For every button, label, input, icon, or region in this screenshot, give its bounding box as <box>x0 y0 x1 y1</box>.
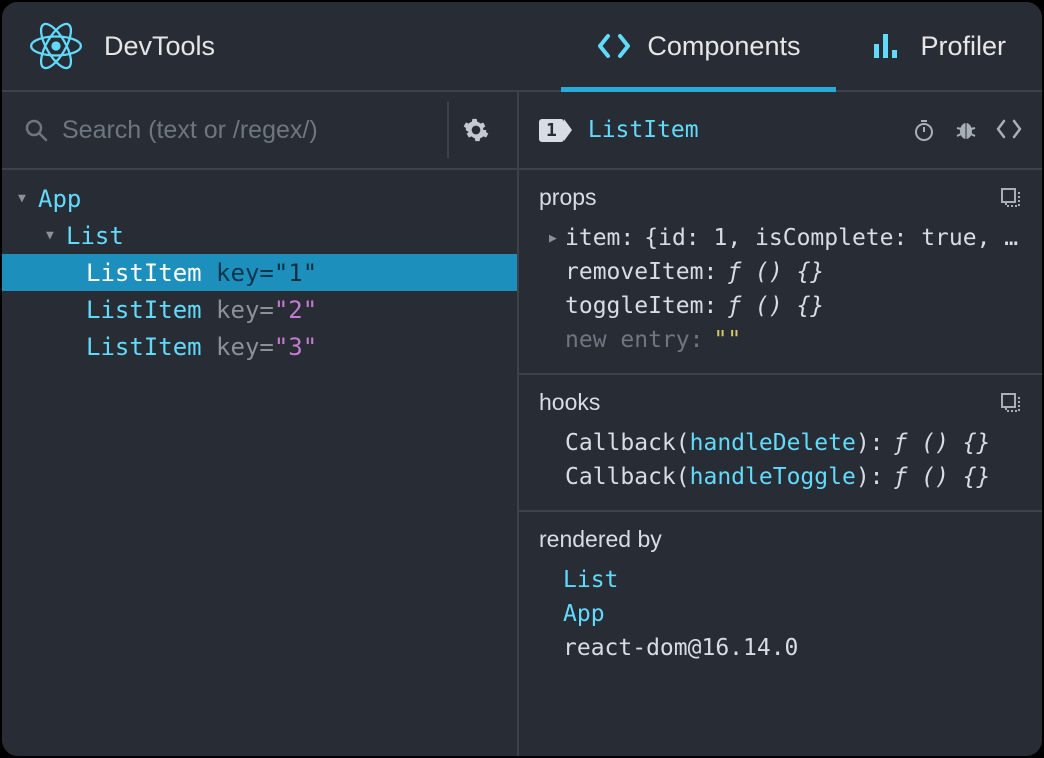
tree-node-app[interactable]: ▼ App <box>2 180 517 217</box>
copy-icon[interactable] <box>1000 392 1022 414</box>
rendered-by-item: react-dom@16.14.0 <box>563 631 1022 665</box>
gear-icon <box>463 117 489 143</box>
tab-components[interactable]: Components <box>561 2 836 90</box>
copy-icon[interactable] <box>1000 187 1022 209</box>
rendered-by-section: rendered by List App react-dom@16.14.0 <box>519 512 1042 681</box>
tree-node-label: ListItem <box>86 259 202 287</box>
prop-row[interactable]: toggleItem: ƒ () {} <box>539 289 1022 323</box>
tree-node-label: ListItem <box>86 296 202 324</box>
prop-row[interactable]: removeItem: ƒ () {} <box>539 255 1022 289</box>
tab-profiler[interactable]: Profiler <box>836 2 1042 90</box>
caret-right-icon: ▶ <box>549 231 565 246</box>
search-icon <box>24 118 48 142</box>
searchbar <box>2 92 517 170</box>
profiler-icon <box>872 32 904 60</box>
suspense-timer-icon[interactable] <box>912 118 936 142</box>
bug-icon[interactable] <box>954 118 978 142</box>
caret-down-icon: ▼ <box>46 228 60 243</box>
tree-node-label: ListItem <box>86 333 202 361</box>
tree-node-listitem[interactable]: ListItem key="2" <box>2 291 517 328</box>
inspector-panel: 1 ListItem <box>519 92 1042 756</box>
rendered-by-title: rendered by <box>539 526 662 553</box>
hook-row[interactable]: Callback(handleDelete): ƒ () {} <box>539 426 1022 460</box>
tree-node-label: List <box>66 222 124 250</box>
inspector-header: 1 ListItem <box>519 92 1042 170</box>
main: ▼ App ▼ List ListItem key="1" ListItem k… <box>2 92 1042 756</box>
tree-node-list[interactable]: ▼ List <box>2 217 517 254</box>
hooks-title: hooks <box>539 389 600 416</box>
react-logo-icon <box>30 20 82 72</box>
tab-profiler-label: Profiler <box>920 31 1006 62</box>
inspector-component-name: ListItem <box>588 117 699 143</box>
rendered-by-item[interactable]: List <box>563 563 1022 597</box>
header: DevTools Components Profiler <box>2 2 1042 92</box>
rendered-by-item[interactable]: App <box>563 597 1022 631</box>
tabs: Components Profiler <box>561 2 1042 90</box>
left-panel: ▼ App ▼ List ListItem key="1" ListItem k… <box>2 92 519 756</box>
devtools-window: DevTools Components Profiler <box>0 0 1044 758</box>
view-source-icon[interactable] <box>996 118 1022 140</box>
components-icon <box>597 32 631 60</box>
hooks-section: hooks Callback(handleDelete): ƒ () {} Ca… <box>519 375 1042 512</box>
tab-components-label: Components <box>647 31 800 62</box>
prop-row[interactable]: ▶ item: {id: 1, isComplete: true, t… <box>539 221 1022 255</box>
props-title: props <box>539 184 597 211</box>
props-section: props ▶ item: {id: 1, isComplete: true, … <box>519 170 1042 375</box>
tree-node-listitem[interactable]: ListItem key="1" <box>2 254 517 291</box>
settings-button[interactable] <box>447 102 503 158</box>
caret-down-icon: ▼ <box>18 191 32 206</box>
prop-row-new[interactable]: new entry: "" <box>539 323 1022 357</box>
component-tree: ▼ App ▼ List ListItem key="1" ListItem k… <box>2 170 517 756</box>
hook-row[interactable]: Callback(handleToggle): ƒ () {} <box>539 460 1022 494</box>
brand-title: DevTools <box>104 31 215 62</box>
tree-node-listitem[interactable]: ListItem key="3" <box>2 328 517 365</box>
element-badge: 1 <box>539 119 564 142</box>
inspector-actions <box>912 118 1022 142</box>
tree-node-label: App <box>38 185 81 213</box>
brand: DevTools <box>2 2 215 90</box>
search-input[interactable] <box>62 116 433 145</box>
